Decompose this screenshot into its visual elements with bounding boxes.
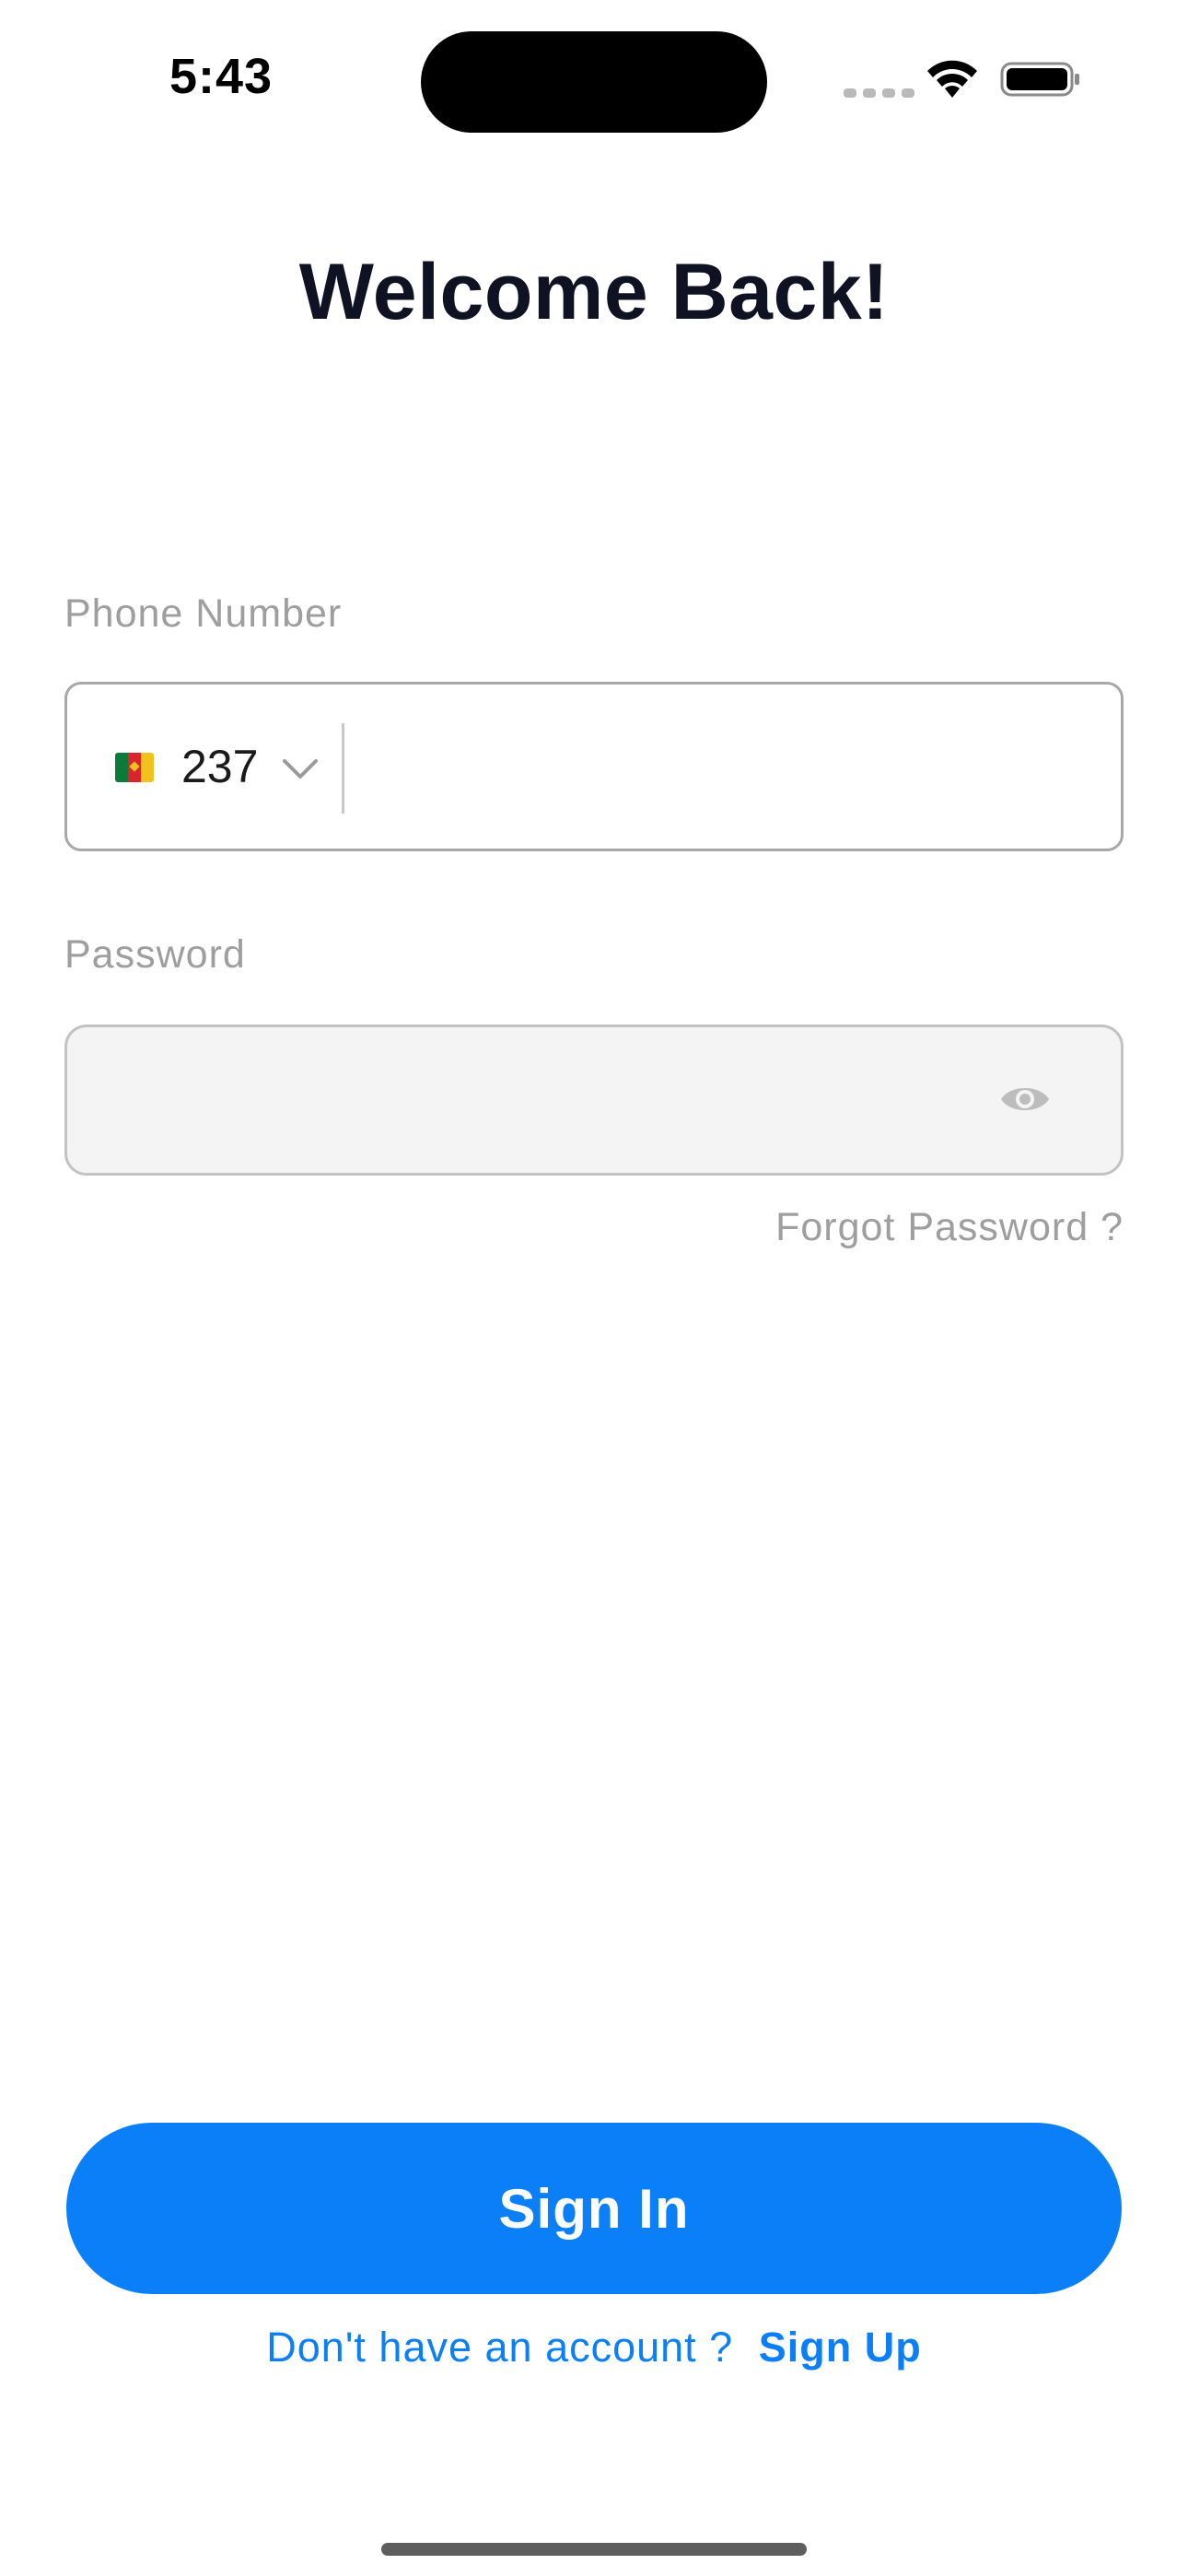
phone-number-input[interactable] xyxy=(362,712,1102,825)
signup-row: Don't have an account ? Sign Up xyxy=(0,2324,1188,2371)
phone-number-label: Phone Number xyxy=(64,591,343,636)
signup-prompt: Don't have an account ? xyxy=(266,2324,734,2371)
password-label: Password xyxy=(64,932,246,977)
status-time: 5:43 xyxy=(169,49,274,104)
battery-icon xyxy=(1000,62,1079,97)
password-field xyxy=(64,1025,1124,1176)
forgot-password-link[interactable]: Forgot Password ? xyxy=(775,1205,1124,1250)
cameroon-flag-icon[interactable] xyxy=(115,753,154,782)
eye-icon[interactable] xyxy=(999,1079,1051,1119)
password-input[interactable] xyxy=(104,1046,992,1158)
chevron-down-icon[interactable] xyxy=(279,747,321,790)
phone-number-field: 237 xyxy=(64,682,1124,851)
field-divider xyxy=(342,723,344,814)
home-indicator[interactable] xyxy=(381,2543,807,2556)
signal-icon xyxy=(844,88,914,98)
country-code[interactable]: 237 xyxy=(181,740,258,793)
page-title: Welcome Back! xyxy=(298,248,890,336)
sign-in-button[interactable]: Sign In xyxy=(66,2123,1122,2294)
wifi-icon xyxy=(927,60,977,98)
sign-up-link[interactable]: Sign Up xyxy=(759,2324,922,2371)
dynamic-island xyxy=(421,31,767,133)
